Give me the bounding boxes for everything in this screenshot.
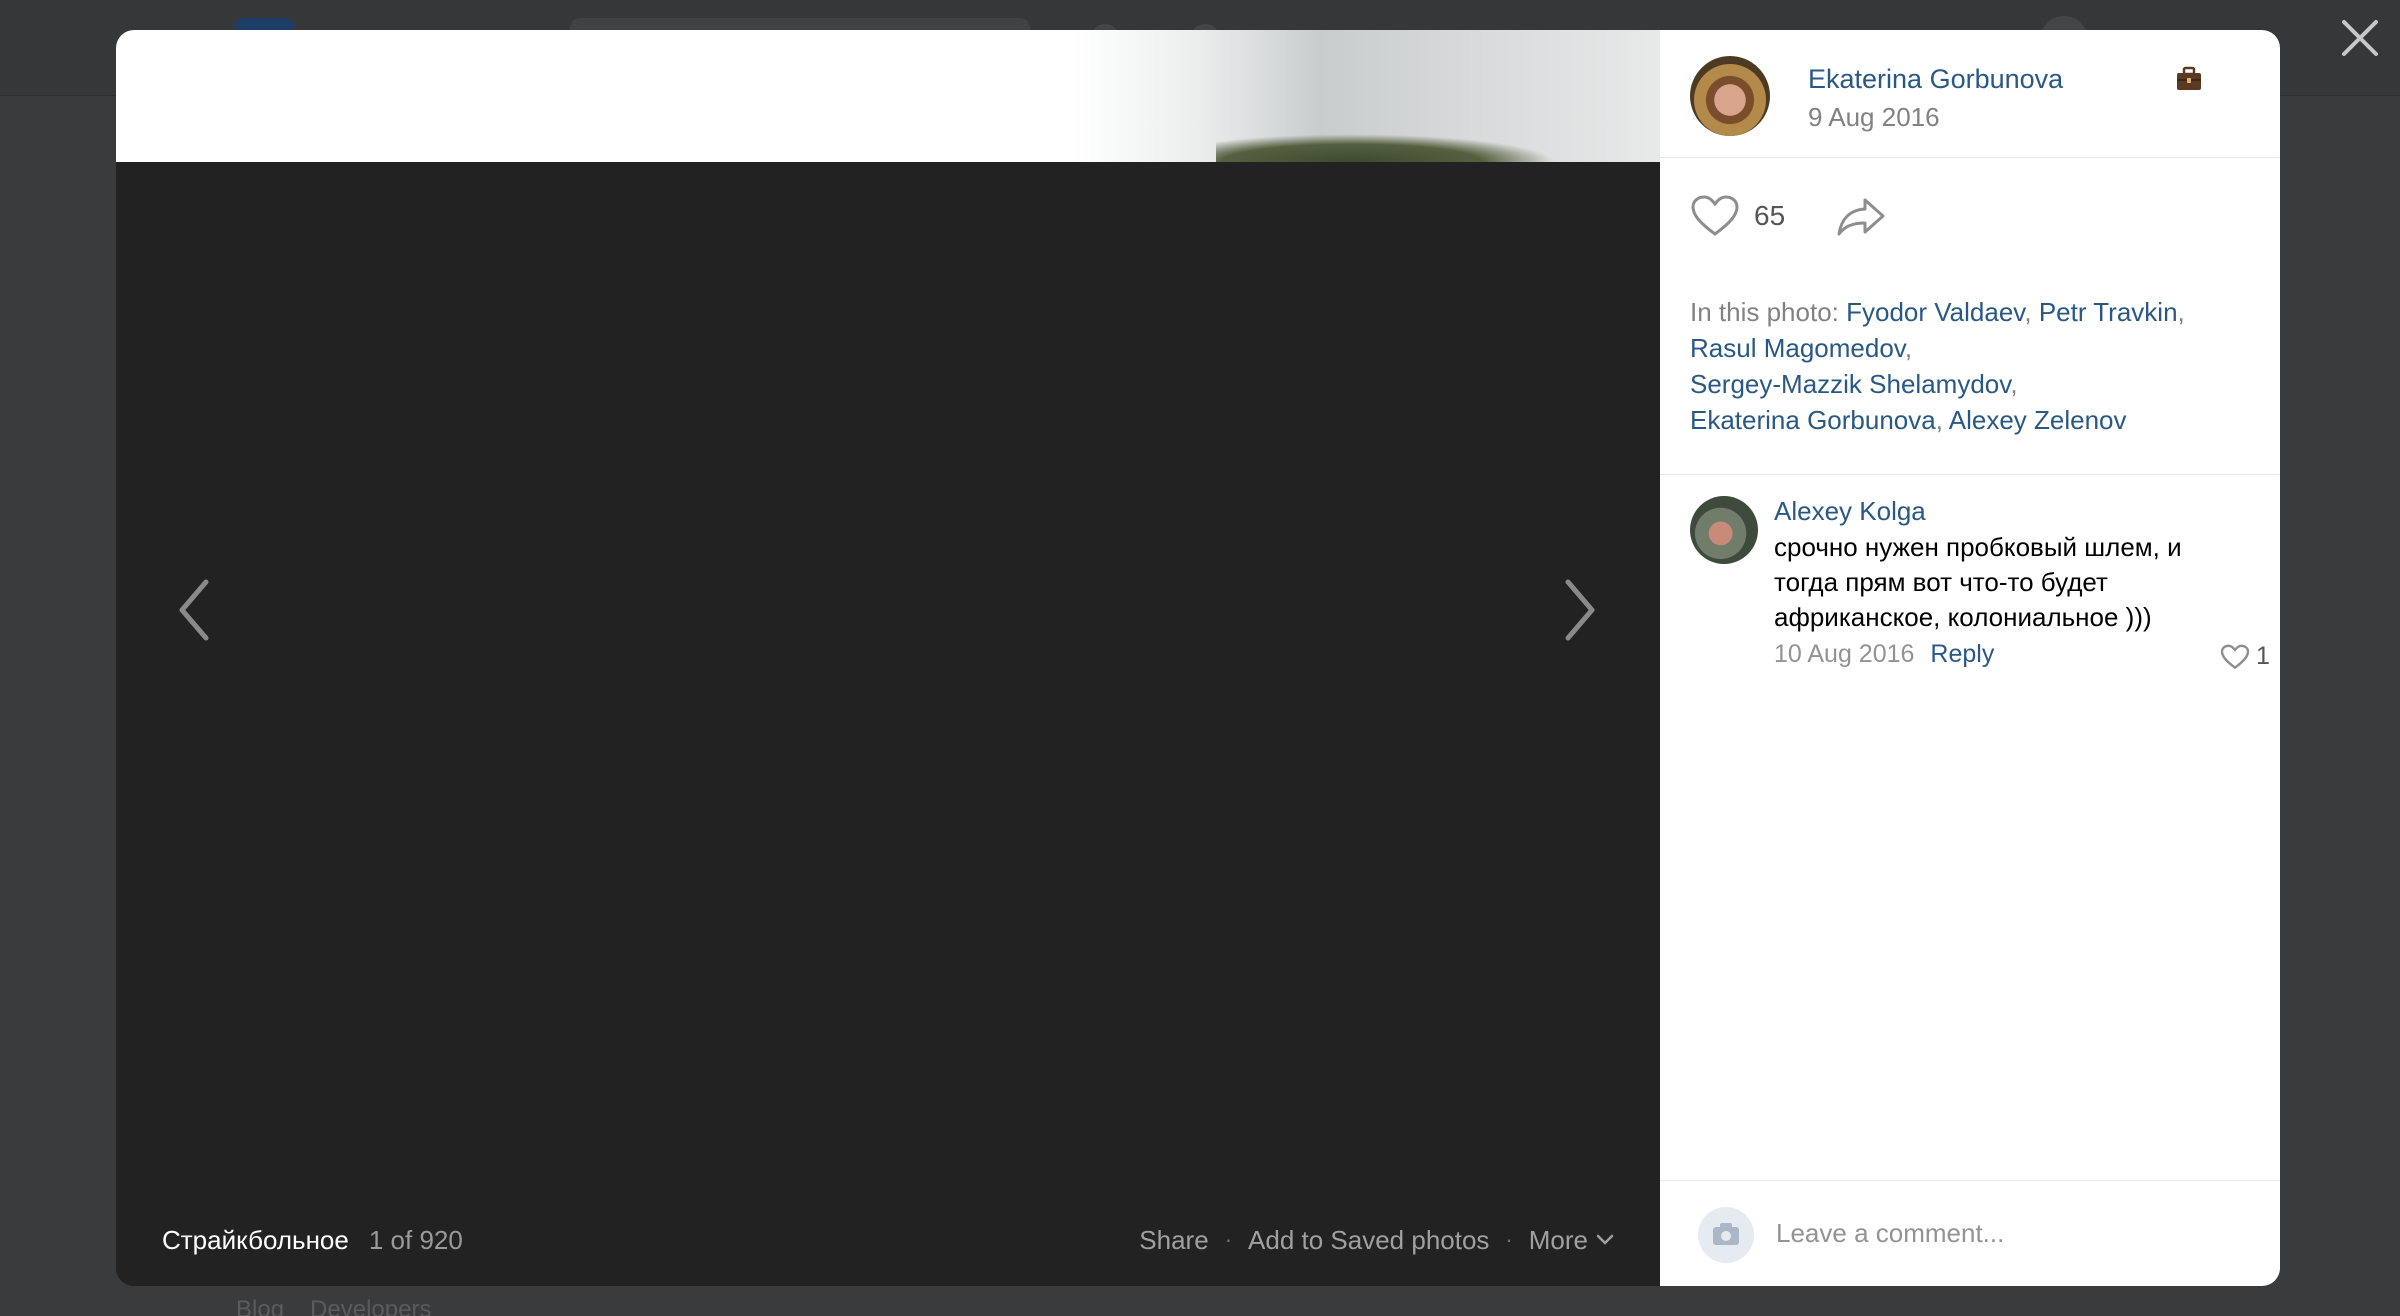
like-count: 65 [1754,200,1786,231]
close-button[interactable] [2336,14,2384,62]
more-label: More [1528,1224,1588,1255]
next-photo-button[interactable] [1552,570,1608,650]
tags-label: In this photo: [1690,297,1839,327]
author-name[interactable]: Ekaterina Gorbunova [1808,64,2063,95]
close-icon [2342,20,2378,56]
footer-link-blog: Blog [236,1296,285,1316]
tagged-person-link[interactable]: Petr Travkin [2039,297,2178,327]
briefcase-icon [2177,66,2201,90]
share-arrow-icon[interactable] [1835,194,1887,238]
divider [1660,474,2280,475]
comment-date[interactable]: 10 Aug 2016 [1774,640,1914,669]
photo-actions: Share · Add to Saved photos · More [1139,1225,1614,1256]
attach-photo-button[interactable] [1698,1207,1754,1263]
photo-area[interactable]: Страйкбольное 1 of 920 Share · Add to Sa… [116,30,1660,1286]
camera-icon [1713,1223,1739,1245]
author-avatar[interactable] [1690,56,1770,136]
photo-viewer-modal: Страйкбольное 1 of 920 Share · Add to Sa… [116,30,2280,1286]
tagged-person-link[interactable]: Sergey-Mazzik Shelamydov [1690,369,2010,399]
photo-tree-tops [1216,134,1556,162]
tagged-person-link[interactable]: Alexey Zelenov [1949,405,2127,435]
heart-icon [2220,644,2250,669]
chevron-down-icon [1596,1234,1614,1245]
like-button[interactable]: 65 [1690,194,1785,238]
comment-input[interactable] [1776,1201,2256,1265]
comment-composer [1660,1180,2280,1286]
album-title[interactable]: Страйкбольное [162,1225,349,1256]
tagged-person-link[interactable]: Ekaterina Gorbunova [1690,405,1936,435]
previous-photo-button[interactable] [166,570,222,650]
comment-like-button[interactable]: 1 [2220,642,2270,671]
photo-counter: 1 of 920 [368,1224,463,1255]
reply-button[interactable]: Reply [1930,640,1994,669]
info-panel: Ekaterina Gorbunova 9 Aug 2016 65 In thi… [1660,30,2280,1286]
chevron-left-icon [179,579,209,641]
tagged-people: In this photo: Fyodor Valdaev, Petr Trav… [1690,297,2185,435]
tagged-person-link[interactable]: Fyodor Valdaev [1846,297,2024,327]
separator-dot: · [1224,1227,1233,1252]
background-footer: Blog Developers [236,1296,431,1316]
add-to-saved-button[interactable]: Add to Saved photos [1248,1225,1489,1256]
separator-dot: · [1505,1227,1513,1252]
tagged-person-link[interactable]: Rasul Magomedov [1690,333,1905,363]
photo-image [116,30,1660,162]
footer-link-developers: Developers [310,1296,432,1316]
comment-text: срочно нужен пробковый шлем, и тогда пря… [1774,532,2182,632]
photo-bottom-bar: Страйкбольное 1 of 920 Share · Add to Sa… [116,1210,1660,1270]
comment-like-count: 1 [2256,642,2270,670]
author-header: Ekaterina Gorbunova 9 Aug 2016 [1660,30,2280,158]
post-date[interactable]: 9 Aug 2016 [1808,102,1940,133]
heart-icon [1691,195,1739,236]
comment-meta: 10 Aug 2016 Reply [1774,640,1994,669]
commenter-name[interactable]: Alexey Kolga [1774,496,1926,527]
more-button[interactable]: More [1529,1225,1614,1256]
chevron-right-icon [1565,579,1595,641]
commenter-avatar[interactable] [1690,496,1758,564]
share-button[interactable]: Share [1139,1225,1208,1256]
reactions-row: 65 [1690,194,1887,238]
